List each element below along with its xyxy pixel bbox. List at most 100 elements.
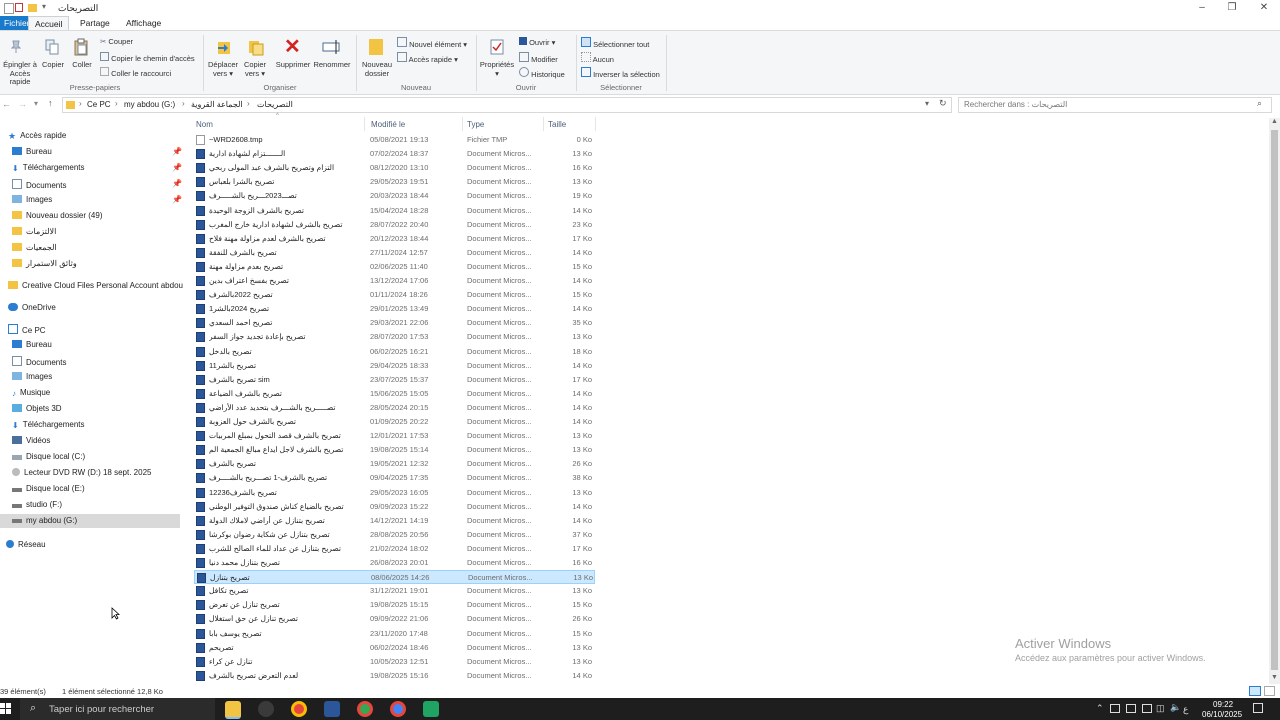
tab-share[interactable]: Partage [74, 16, 116, 30]
open-button[interactable]: Ouvrir ▾ [519, 37, 555, 47]
search-input[interactable]: Rechercher dans : التصريحات [964, 100, 1067, 109]
maximize-button[interactable]: ❐ [1216, 0, 1248, 16]
file-row[interactable]: تصريح بتنازل 08/06/2025 14:26 Document Mic… [194, 570, 595, 585]
file-row[interactable]: تصريح بالشرف-1 تصـــريح بالشــــرف 09/04/… [194, 471, 595, 485]
tab-view[interactable]: Affichage [120, 16, 167, 30]
file-row[interactable]: تصـــــريح بالشـــرف بتحديد عدد الأراضي 2… [194, 401, 595, 415]
file-row[interactable]: تصـــ2023ـــريح بالشـــــرف 20/03/2023 18… [194, 189, 595, 203]
breadcrumb-drive[interactable]: my abdou (G:) [124, 100, 175, 109]
file-row[interactable]: تصريح بالشرف12236 29/05/2023 16:05 Documen… [194, 486, 595, 500]
paste-shortcut-button[interactable]: Coller le raccourci [100, 67, 171, 78]
column-modified[interactable]: Modifié le [371, 120, 405, 129]
file-row[interactable]: تصريحم 06/02/2024 18:46 Document Micros...… [194, 641, 595, 655]
back-icon[interactable]: ← [2, 99, 11, 109]
column-size[interactable]: Taille [548, 120, 566, 129]
scrollbar[interactable]: ▲ ▼ [1269, 118, 1280, 684]
nav-this-pc[interactable]: Ce PC [8, 324, 46, 335]
close-button[interactable]: ✕ [1248, 0, 1280, 16]
breadcrumb-current[interactable]: التصريحات [257, 100, 293, 109]
app-icon[interactable] [258, 701, 274, 717]
file-row[interactable]: تصريح بالشرف لعدم مزاولة مهنة فلاح 20/12/… [194, 232, 595, 246]
easy-access-button[interactable]: Accès rapide ▾ [397, 52, 458, 64]
file-row[interactable]: تصريح بإعادة تجديد جواز السفر 28/07/2020 … [194, 330, 595, 344]
nav-quick-bureau[interactable]: Bureau 📌 [12, 147, 182, 156]
file-row[interactable]: تصريح بتنازل عن عداد للماء الصالح للشرب 2… [194, 542, 595, 556]
nav-quick-documents[interactable]: Documents 📌 [12, 179, 182, 190]
file-row[interactable]: التزام وتصريح بالشرف عبد المولى ربحي 08/1… [194, 161, 595, 175]
file-row[interactable]: تصريح بتنازل عن شكاية رضوان بوكرشا 28/08/… [194, 528, 595, 542]
app-icon[interactable] [423, 701, 439, 717]
search-box[interactable]: Rechercher dans : التصريحات ⌕ [958, 97, 1272, 113]
tray-app-icon[interactable] [1110, 704, 1120, 713]
scroll-up-icon[interactable]: ▲ [1271, 118, 1278, 125]
column-type[interactable]: Type [467, 120, 484, 129]
scroll-thumb[interactable] [1271, 130, 1278, 670]
column-divider[interactable] [595, 117, 596, 131]
select-all-button[interactable]: Sélectionner tout [581, 37, 649, 49]
scroll-down-icon[interactable]: ▼ [1271, 674, 1278, 681]
file-row[interactable]: تصريح احمد السعدي 29/03/2021 22:06 Documen… [194, 316, 595, 330]
tab-home[interactable]: Accueil [28, 16, 70, 30]
forward-icon[interactable]: → [18, 99, 27, 109]
nav-pc-dvd-d[interactable]: Lecteur DVD RW (D:) 18 sept. 2025 [12, 468, 151, 477]
file-row[interactable]: تصريح بالشرف لاجل ايداع مبالغ الجمعية ال… [194, 443, 595, 457]
file-row[interactable]: تصريح بالشرا بلعباس 29/05/2023 19:51 Docum… [194, 175, 595, 189]
chrome-icon[interactable] [390, 701, 406, 717]
nav-pc-drive-c[interactable]: Disque local (C:) [12, 452, 85, 461]
edit-button[interactable]: Modifier [519, 52, 558, 64]
file-row[interactable]: تصريح بتنازل عن أراضي لاملاك الدولة 14/12… [194, 514, 595, 528]
file-row[interactable]: تصريح تكافل 31/12/2021 19:01 Document Micr… [194, 584, 595, 598]
nav-quick-downloads[interactable]: ⬇ Téléchargements 📌 [12, 163, 182, 173]
nav-quick-folder-3[interactable]: وثائق الاستمرار [12, 259, 77, 268]
column-divider[interactable] [364, 117, 365, 131]
chrome-icon[interactable] [291, 701, 307, 717]
history-button[interactable]: Historique [519, 67, 565, 79]
file-row[interactable]: تصريح بتنازل محمد دنيا 26/08/2023 20:01 Do… [194, 556, 595, 570]
nav-network[interactable]: Réseau [6, 540, 46, 549]
volume-icon[interactable]: 🔈 [1170, 702, 1181, 713]
folder-quick-icon[interactable] [28, 4, 37, 12]
address-bar[interactable]: › Ce PC › my abdou (G:) › الجماعة القروي… [62, 97, 952, 113]
recent-dropdown-icon[interactable]: ▾ [34, 99, 38, 108]
nav-creative-cloud[interactable]: Creative Cloud Files Personal Account ab… [8, 281, 184, 290]
breadcrumb-this-pc[interactable]: Ce PC [87, 100, 111, 109]
select-none-button[interactable]: Aucun [581, 52, 614, 64]
nav-pc-drive-f[interactable]: studio (F:) [12, 500, 62, 509]
minimize-button[interactable]: – [1186, 0, 1218, 16]
nav-pc-downloads[interactable]: ⬇ Téléchargements [12, 420, 85, 430]
chrome-icon[interactable] [357, 701, 373, 717]
nav-quick-new-folder[interactable]: Nouveau dossier (49) [12, 211, 102, 220]
file-explorer-icon[interactable] [225, 701, 241, 719]
word-icon[interactable] [324, 701, 340, 717]
file-row[interactable]: تصريح بالشرف حول العزوبة 01/09/2025 20:22… [194, 415, 595, 429]
file-row[interactable]: تصريح بالضياع كناش صندوق التوفير الوطني 0… [194, 500, 595, 514]
windows-start-icon[interactable] [0, 703, 11, 716]
nav-pc-drive-e[interactable]: Disque local (E:) [12, 484, 85, 493]
file-row[interactable]: تصريح بالشرف الضياعة 15/06/2025 15:05 Docu… [194, 387, 595, 401]
properties-quick-icon[interactable] [15, 3, 23, 12]
large-icons-view-icon[interactable] [1264, 686, 1275, 696]
breadcrumb-folder[interactable]: الجماعة القروية [191, 100, 243, 109]
details-view-icon[interactable] [1249, 686, 1261, 696]
quick-access-dropdown-icon[interactable]: ▾ [42, 2, 46, 11]
input-language[interactable]: ع [1183, 704, 1188, 715]
nav-onedrive[interactable]: OneDrive [8, 303, 56, 312]
file-row[interactable]: تصريح بالشرف الزوجة الوحيدة 15/04/2024 18… [194, 204, 595, 218]
nav-quick-folder-2[interactable]: الجمعيات [12, 243, 57, 252]
refresh-icon[interactable]: ↻ [939, 98, 947, 109]
nav-pc-bureau[interactable]: Bureau [12, 340, 52, 349]
nav-quick-images[interactable]: Images 📌 [12, 195, 182, 204]
new-item-button[interactable]: Nouvel élément ▾ [397, 37, 467, 49]
tray-chevron-icon[interactable]: ⌃ [1096, 703, 1104, 714]
tray-app-icon[interactable] [1126, 704, 1136, 713]
invert-selection-button[interactable]: Inverser la sélection [581, 67, 660, 79]
network-icon[interactable]: ◫ [1156, 703, 1165, 714]
file-row[interactable]: تنازل عن كراء 10/05/2023 12:51 Document Mi… [194, 655, 595, 669]
file-row[interactable]: تصريح بالشر11 29/04/2025 18:33 Document Mi… [194, 359, 595, 373]
properties-dropdown-icon[interactable]: ▾ [478, 70, 516, 78]
file-row[interactable]: تصريح بالدخل 06/02/2025 16:21 Document Mic… [194, 345, 595, 359]
file-row[interactable]: تصريح بعدم مزاولة مهنة 02/06/2025 11:40 Do… [194, 260, 595, 274]
file-row[interactable]: تصريح بالشرف لشهادة ادارية خارج المغرب 28… [194, 218, 595, 232]
notification-icon[interactable] [1253, 703, 1263, 713]
nav-pc-3d-objects[interactable]: Objets 3D [12, 404, 62, 413]
